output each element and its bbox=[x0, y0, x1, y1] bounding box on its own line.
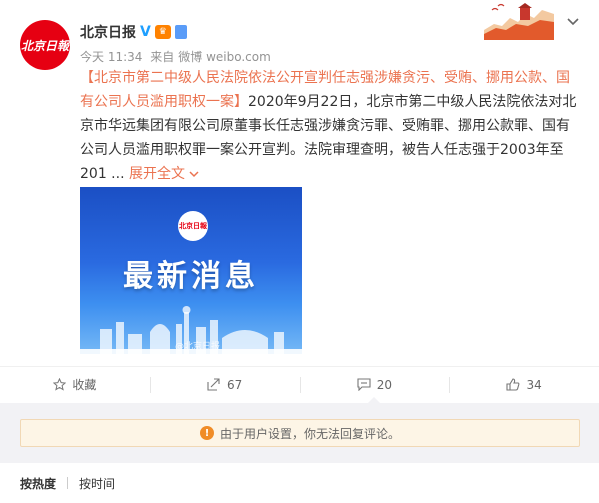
warning-icon: ! bbox=[199, 426, 214, 440]
expand-full-text-link[interactable]: 展开全文 bbox=[129, 166, 199, 182]
image-logo: 北京日報 bbox=[178, 211, 208, 241]
vip-icon: ♛ bbox=[154, 25, 171, 39]
post-content: 【北京市第二中级人民法院依法公开宣判任志强涉嫌贪污、受贿、挪用公款、国有公司人员… bbox=[80, 66, 580, 186]
repost-icon bbox=[207, 378, 220, 391]
avatar-logo-text: 北京日報 bbox=[20, 38, 69, 53]
comment-count: 20 bbox=[376, 377, 393, 392]
author-avatar[interactable]: 北京日報 bbox=[20, 20, 70, 70]
sort-divider bbox=[67, 477, 69, 489]
expand-chevron-icon bbox=[189, 171, 199, 178]
image-title: 最新消息 bbox=[123, 259, 259, 294]
sort-by-hot-tab[interactable]: 按热度 bbox=[20, 475, 56, 492]
verified-icon: V bbox=[140, 24, 151, 40]
like-count: 34 bbox=[526, 377, 542, 392]
author-name[interactable]: 北京日报 bbox=[80, 22, 136, 42]
member-icon bbox=[174, 25, 187, 39]
sort-by-time-tab[interactable]: 按时间 bbox=[79, 475, 115, 492]
comment-icon bbox=[357, 378, 371, 391]
post-image[interactable]: 北京日報 最新消息 @北京日报 bbox=[80, 187, 302, 354]
comment-restricted-notice: ! 由于用户设置，你无法回复评论。 bbox=[20, 419, 580, 447]
great-wall-banner-icon bbox=[484, 0, 554, 40]
notice-text: 由于用户设置，你无法回复评论。 bbox=[219, 426, 400, 441]
comment-sort-bar: 按热度 按时间 bbox=[0, 463, 599, 503]
favorite-button[interactable]: 收藏 bbox=[0, 367, 150, 402]
repost-count: 67 bbox=[226, 377, 243, 392]
action-bar: 收藏 67 20 34 bbox=[0, 366, 599, 402]
chevron-down-icon bbox=[567, 18, 579, 26]
like-button[interactable]: 34 bbox=[449, 367, 599, 402]
star-icon bbox=[53, 378, 67, 391]
favorite-label: 收藏 bbox=[72, 378, 97, 392]
image-watermark: @北京日报 bbox=[175, 342, 221, 352]
source-prefix: 来自 bbox=[150, 50, 175, 64]
thumbs-up-icon bbox=[506, 378, 520, 391]
post-time[interactable]: 今天 11:34 bbox=[80, 50, 142, 64]
repost-button[interactable]: 67 bbox=[149, 367, 300, 402]
author-row: 北京日报 V ♛ bbox=[80, 22, 187, 42]
post-source[interactable]: 微博 weibo.com bbox=[178, 50, 271, 64]
expand-label: 展开全文 bbox=[128, 166, 185, 182]
weibo-post-card: 北京日報 北京日报 V ♛ 今天 11:34 来自 微博 weibo.com 【北… bbox=[0, 0, 599, 503]
more-options-button[interactable] bbox=[566, 15, 580, 29]
post-meta: 今天 11:34 来自 微博 weibo.com bbox=[80, 48, 275, 65]
